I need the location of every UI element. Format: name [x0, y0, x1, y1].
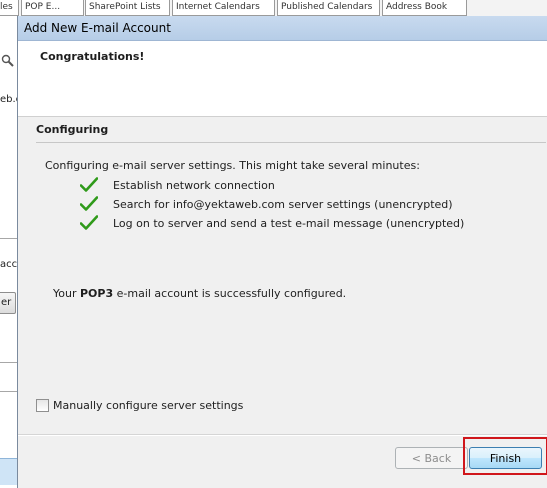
success-message: Your POP3 e-mail account is successfully… — [53, 287, 346, 300]
section-divider — [36, 142, 546, 143]
step-label: Establish network connection — [113, 179, 275, 192]
finish-highlight-box — [463, 437, 547, 475]
background-tab[interactable]: SharePoint Lists — [85, 0, 170, 16]
configuring-intro-text: Configuring e-mail server settings. This… — [45, 159, 420, 172]
check-icon — [80, 215, 98, 230]
background-tab[interactable]: POP E... — [21, 0, 84, 16]
background-tab-strip: les POP E... SharePoint Lists Internet C… — [0, 0, 547, 17]
background-selected-row[interactable] — [0, 458, 17, 485]
header-title: Congratulations! — [40, 50, 145, 63]
background-text-fragment: acco — [0, 259, 17, 270]
step-label: Log on to server and send a test e-mail … — [113, 217, 465, 230]
background-tab[interactable]: Address Book — [382, 0, 467, 16]
section-title: Configuring — [36, 123, 109, 136]
background-text-fragment: eb.c — [0, 94, 17, 105]
background-left-panel: eb.c acco er — [0, 16, 18, 488]
add-email-account-dialog: Add New E-mail Account Congratulations! … — [17, 16, 547, 488]
dialog-header: Congratulations! — [18, 41, 547, 117]
checkbox-box[interactable] — [36, 399, 49, 412]
success-protocol: POP3 — [79, 287, 114, 300]
dialog-title: Add New E-mail Account — [24, 21, 171, 35]
check-icon — [80, 196, 98, 211]
step-label: Search for info@yektaweb.com server sett… — [113, 198, 453, 211]
dialog-content: Configuring Configuring e-mail server se… — [19, 117, 547, 435]
check-icon — [80, 177, 98, 192]
background-tab[interactable]: Internet Calendars — [172, 0, 275, 16]
manual-configure-label[interactable]: Manually configure server settings — [53, 399, 243, 412]
background-tab[interactable]: les — [0, 0, 19, 16]
success-suffix: e-mail account is successfully configure… — [113, 287, 347, 300]
success-prefix: Your — [53, 287, 80, 300]
footer-divider-highlight — [18, 435, 547, 436]
background-tab[interactable]: Published Calendars — [277, 0, 380, 16]
back-button[interactable]: < Back — [395, 447, 468, 469]
background-divider — [0, 238, 17, 239]
background-button[interactable]: er — [0, 292, 16, 314]
dialog-titlebar[interactable]: Add New E-mail Account — [18, 16, 547, 41]
tools-icon — [1, 54, 14, 67]
background-divider — [0, 362, 17, 363]
background-divider — [0, 391, 17, 392]
